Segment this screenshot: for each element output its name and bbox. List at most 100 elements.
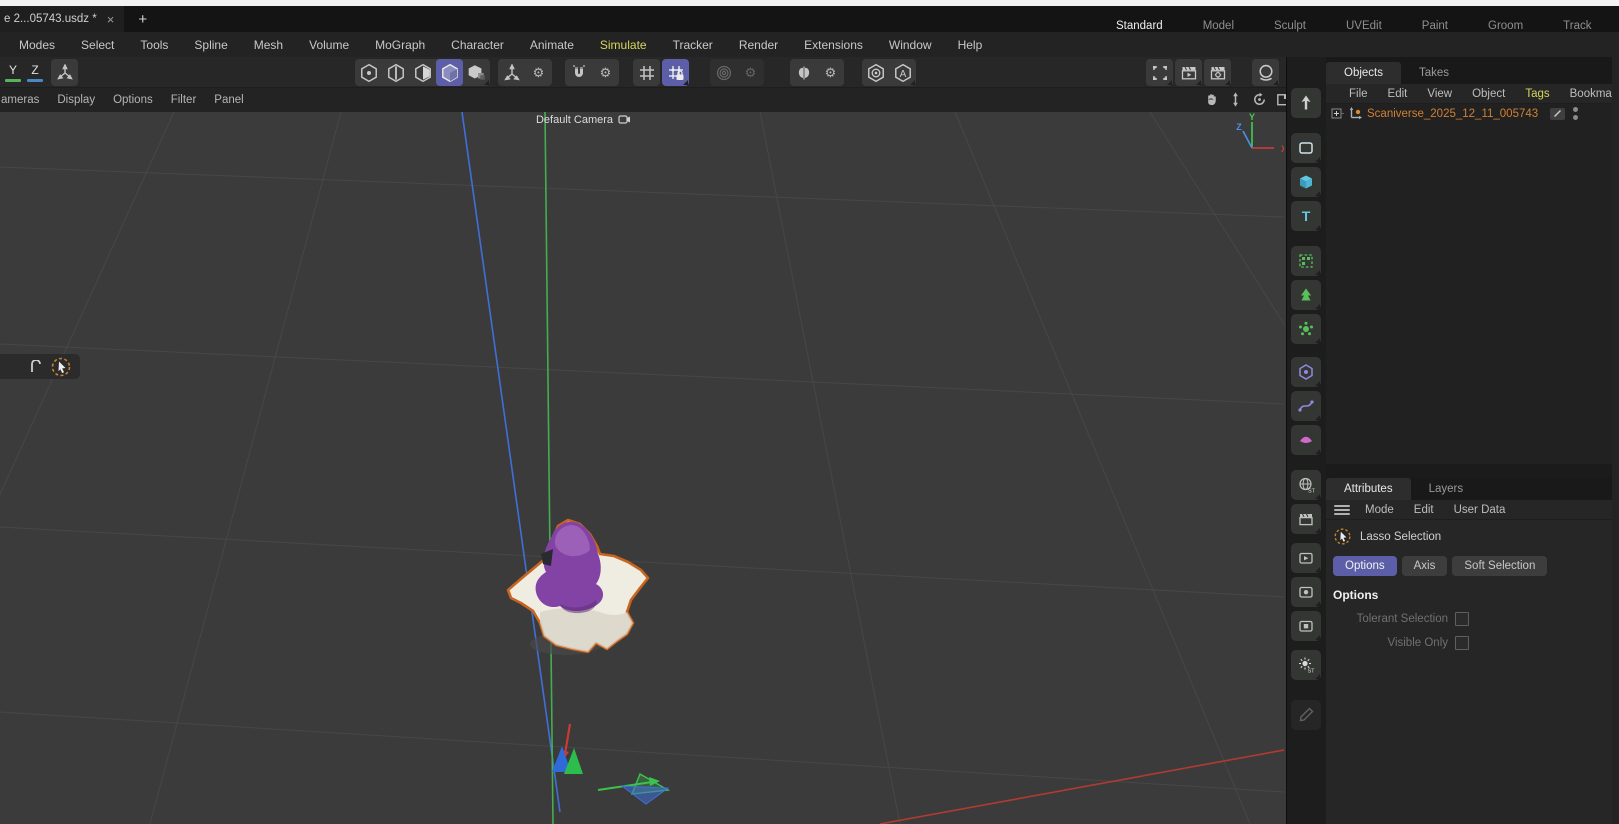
polygons-mode-button[interactable] — [409, 59, 436, 86]
material-pen-button[interactable] — [1291, 700, 1321, 730]
viewport-background[interactable] — [0, 112, 1284, 824]
free-move-axis-button[interactable] — [51, 59, 78, 86]
stage-object-button[interactable] — [1291, 504, 1321, 534]
menu-mograph[interactable]: MoGraph — [362, 38, 438, 52]
object-mode-button[interactable] — [463, 59, 490, 86]
section-tab-options[interactable]: Options — [1333, 556, 1397, 576]
menu-extensions[interactable]: Extensions — [791, 38, 876, 52]
edit-badge-icon[interactable] — [1550, 107, 1566, 120]
menu-tracker[interactable]: Tracker — [660, 38, 726, 52]
effector-button[interactable] — [1291, 314, 1321, 344]
objects-menu-object[interactable]: Object — [1463, 88, 1514, 100]
menu-window[interactable]: Window — [876, 38, 945, 52]
viewport-menu-options[interactable]: Options — [104, 94, 162, 106]
render-region-button[interactable] — [1146, 59, 1173, 86]
panel-divider[interactable] — [1326, 464, 1619, 478]
menu-animate[interactable]: Animate — [517, 38, 587, 52]
visible-only-row: Visible Only — [1333, 636, 1469, 650]
spline-rectangle-button[interactable] — [1291, 133, 1321, 163]
target-camera-button[interactable] — [1291, 577, 1321, 607]
objects-menu-bookmarks[interactable]: Bookmarks — [1561, 88, 1619, 100]
axis-lock-z-button[interactable]: Z — [24, 60, 46, 86]
tab-attributes[interactable]: Attributes — [1326, 478, 1411, 500]
null-object-icon[interactable] — [1348, 106, 1363, 121]
menu-mesh[interactable]: Mesh — [241, 38, 296, 52]
workplane-lock-button[interactable] — [662, 59, 689, 86]
volume-mesher-button[interactable] — [1291, 391, 1321, 421]
axis-lock-y-button[interactable]: Y — [2, 60, 24, 86]
symmetry-settings-button[interactable]: ⚙ — [817, 59, 844, 86]
visible-only-checkbox[interactable] — [1455, 636, 1469, 650]
matrix-object-button[interactable] — [1291, 280, 1321, 310]
volume-builder-button[interactable] — [1291, 357, 1321, 387]
render-settings-button[interactable] — [1204, 59, 1231, 86]
tab-layers[interactable]: Layers — [1411, 478, 1482, 500]
render-view-button[interactable] — [1175, 59, 1202, 86]
dolly-zoom-icon[interactable] — [1227, 91, 1244, 108]
new-tab-button[interactable]: + — [138, 11, 147, 28]
section-tab-axis[interactable]: Axis — [1401, 556, 1448, 576]
tolerant-selection-checkbox[interactable] — [1455, 612, 1469, 626]
symmetry-toggle-button[interactable] — [790, 59, 817, 86]
object-name[interactable]: Scaniverse_2025_12_11_005743 — [1367, 108, 1538, 120]
snap-settings-button[interactable]: ⚙ — [592, 59, 619, 86]
expand-toggle-icon[interactable] — [1331, 107, 1344, 120]
model-mode-button[interactable] — [436, 59, 463, 86]
attributes-menu-edit[interactable]: Edit — [1405, 504, 1443, 516]
visibility-dots[interactable] — [1573, 107, 1579, 120]
objects-menu-view[interactable]: View — [1418, 88, 1461, 100]
attributes-menu-mode[interactable]: Mode — [1356, 504, 1403, 516]
object-tree[interactable]: Scaniverse_2025_12_11_005743 — [1326, 104, 1619, 464]
rotate-view-icon[interactable] — [1251, 91, 1268, 108]
close-icon[interactable]: × — [107, 12, 115, 27]
modeling-settings-button[interactable]: ⚙ — [737, 59, 764, 86]
section-tab-soft-selection[interactable]: Soft Selection — [1452, 556, 1548, 576]
objects-menu-tags[interactable]: Tags — [1516, 88, 1558, 100]
viewport-menu-panel[interactable]: Panel — [205, 94, 252, 106]
spline-pen-button[interactable] — [1291, 88, 1321, 118]
camera-button[interactable] — [1291, 543, 1321, 573]
tab-objects[interactable]: Objects — [1326, 62, 1401, 84]
menu-character[interactable]: Character — [438, 38, 517, 52]
viewport-camera-label[interactable]: Default Camera — [498, 112, 668, 127]
viewport-menu-filter[interactable]: Filter — [162, 94, 206, 106]
snap-toggle-button[interactable] — [565, 59, 592, 86]
stage-camera-button[interactable] — [1291, 611, 1321, 641]
hamburger-icon[interactable] — [1334, 504, 1350, 515]
points-mode-button[interactable] — [355, 59, 382, 86]
menu-simulate[interactable]: Simulate — [587, 38, 660, 52]
viewport-menu-display[interactable]: Display — [48, 94, 104, 106]
material-ball-button[interactable] — [1252, 59, 1279, 86]
viewport-menu-cameras[interactable]: ameras — [0, 94, 48, 106]
cloner-button[interactable] — [1291, 246, 1321, 276]
edges-mode-button[interactable] — [382, 59, 409, 86]
lasso-selection-icon — [1334, 528, 1351, 545]
axis-settings-button[interactable]: ⚙ — [525, 59, 552, 86]
document-tab[interactable]: e 2...05743.usdz * × — [0, 6, 125, 32]
quantize-button[interactable] — [633, 59, 660, 86]
object-row[interactable]: Scaniverse_2025_12_11_005743 — [1326, 104, 1619, 123]
light-object-button[interactable]: ST — [1291, 650, 1321, 680]
pan-hand-icon[interactable] — [1203, 91, 1220, 108]
attributes-menu-userdata[interactable]: User Data — [1445, 504, 1515, 516]
menu-volume[interactable]: Volume — [296, 38, 362, 52]
ngon-circles-button[interactable] — [710, 59, 737, 86]
solo-button[interactable] — [862, 59, 889, 86]
objects-menu-file[interactable]: File — [1340, 88, 1377, 100]
menu-tools[interactable]: Tools — [127, 38, 181, 52]
field-button[interactable] — [1291, 425, 1321, 455]
sky-object-button[interactable]: ST — [1291, 470, 1321, 500]
viewport-3d[interactable]: Y Z X — [0, 112, 1284, 824]
text-object-button[interactable]: T — [1291, 201, 1321, 231]
enable-axis-button[interactable] — [498, 59, 525, 86]
menu-select[interactable]: Select — [68, 38, 127, 52]
tab-takes[interactable]: Takes — [1401, 62, 1467, 84]
menu-render[interactable]: Render — [726, 38, 791, 52]
objects-menu-edit[interactable]: Edit — [1379, 88, 1417, 100]
camera-menu-icon[interactable] — [618, 114, 631, 125]
cube-primitive-button[interactable] — [1291, 167, 1321, 197]
menu-spline[interactable]: Spline — [181, 38, 240, 52]
auto-mode-button[interactable]: A — [889, 59, 916, 86]
menu-modes[interactable]: Modes — [6, 38, 68, 52]
menu-help[interactable]: Help — [945, 38, 996, 52]
